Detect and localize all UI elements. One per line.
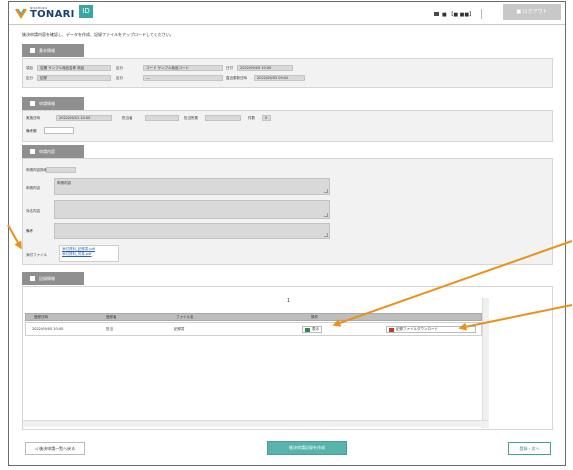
app-logo[interactable]: NISSHOKU TONARI — [15, 5, 75, 21]
field-value: 2022/09/01 10:00 — [56, 115, 112, 121]
field-value: — — [143, 75, 223, 81]
vertical-scrollbar[interactable] — [482, 298, 489, 428]
field-value: 2022/09/05 09:00 — [254, 75, 305, 81]
logo-icon — [15, 8, 27, 19]
remarks-textarea[interactable] — [54, 223, 330, 239]
field-label: 実施日時 — [26, 116, 40, 120]
section-basic-title: 基本情報 — [39, 48, 55, 53]
field-label: 区分 — [116, 66, 123, 70]
section-record-title: 記録情報 — [39, 276, 55, 281]
column-header: 操作 — [311, 315, 318, 319]
column-header: 登録日時 — [34, 315, 48, 319]
resize-handle[interactable] — [324, 189, 328, 193]
field-label: 申請内容 — [26, 186, 40, 190]
field-label: 直近更新日時 — [226, 76, 247, 80]
pdf-icon — [389, 327, 394, 332]
document-icon — [30, 149, 35, 154]
person-icon — [30, 101, 35, 106]
section-record-body — [22, 286, 553, 430]
section-basic-body — [22, 58, 553, 88]
field-label: 区分 — [116, 76, 123, 80]
back-icon: ◁ — [34, 446, 38, 451]
resize-handle[interactable] — [324, 213, 328, 217]
attachment-list: 添付資料_記録書.pdf 添付資料_写真.pdf — [59, 245, 119, 262]
remarks-input[interactable] — [44, 127, 74, 134]
field-label: 項目 — [26, 66, 33, 70]
field-label: 対応内容 — [26, 209, 40, 213]
request-content-textarea[interactable]: 申請内容 — [54, 178, 330, 195]
field-value: 2022/09/05 10:00 — [237, 65, 293, 71]
record-table-header: 登録日時 登録者 ファイル名 操作 — [25, 313, 482, 321]
request-content-value: 申請内容 — [57, 181, 71, 185]
user-name: ■ 【■ ■■】 — [442, 11, 475, 18]
field-label: 備考欄 — [26, 129, 37, 133]
horizontal-scrollbar[interactable] — [23, 420, 488, 427]
content-subtitle: 申請内容詳細 — [26, 168, 47, 172]
field-value — [145, 115, 179, 121]
section-content-header: 申請内容 — [22, 145, 84, 158]
attachment-label: 添付ファイル — [26, 253, 47, 257]
field-label: 日付 — [226, 66, 233, 70]
section-record-header: 記録情報 — [22, 272, 84, 285]
user-info[interactable]: ■ 【■ ■■】 — [434, 9, 483, 19]
page-description: 後決申請内容を確認し、データを作成、記録ファイルをアップロードしてください。 — [22, 32, 174, 37]
logout-button[interactable]: ■ ログアウト — [503, 4, 561, 20]
field-label: 担当所属 — [184, 116, 198, 120]
list-icon — [30, 48, 35, 53]
row-date: 2022/09/05 10:00 — [32, 327, 64, 331]
calendar-icon — [30, 276, 35, 281]
table-row: 2022/09/05 10:00 担当 記録書 表示 記録ファイルダウンロード — [25, 322, 482, 336]
response-content-textarea[interactable] — [54, 200, 330, 219]
view-button[interactable]: 表示 — [302, 326, 322, 333]
field-label: 件数 — [248, 116, 255, 120]
download-button[interactable]: 記録ファイルダウンロード — [386, 326, 476, 333]
section-content-title: 申請内容 — [39, 149, 55, 154]
attachment-link[interactable]: 添付資料_写真.pdf — [62, 252, 116, 257]
field-value: 記録 — [37, 75, 111, 81]
section-basic-header: 基本情報 — [22, 44, 84, 57]
app-badge[interactable]: ID — [79, 5, 93, 18]
logo-title: TONARI — [30, 8, 75, 20]
section-request-title: 申請情報 — [39, 101, 55, 106]
field-value: コード サンプル商品コード — [143, 65, 223, 71]
page-marker: 1 — [287, 298, 291, 304]
create-record-button[interactable]: 後決申請記録を作成 — [267, 441, 347, 455]
field-label: 区分 — [26, 76, 33, 80]
section-request-header: 申請情報 — [22, 97, 84, 110]
column-header: ファイル名 — [176, 315, 194, 319]
subtitle-value — [46, 167, 76, 173]
row-file: 記録書 — [174, 327, 185, 331]
field-value: 0 — [262, 115, 271, 121]
resize-handle[interactable] — [324, 233, 328, 237]
field-value — [205, 115, 241, 121]
row-user: 担当 — [106, 327, 113, 331]
field-label: 備考 — [26, 229, 33, 233]
divider — [481, 9, 483, 19]
user-icon — [434, 12, 439, 16]
view-icon — [305, 327, 310, 332]
column-header: 登録者 — [106, 315, 117, 319]
save-next-button[interactable]: 登録・次へ — [508, 442, 551, 455]
back-to-list-button[interactable]: ◁ 後決申請一覧へ戻る — [25, 442, 85, 455]
field-value: 店舗 サンプル商品名称 商品 — [37, 65, 111, 71]
field-label: 担当者 — [122, 116, 133, 120]
